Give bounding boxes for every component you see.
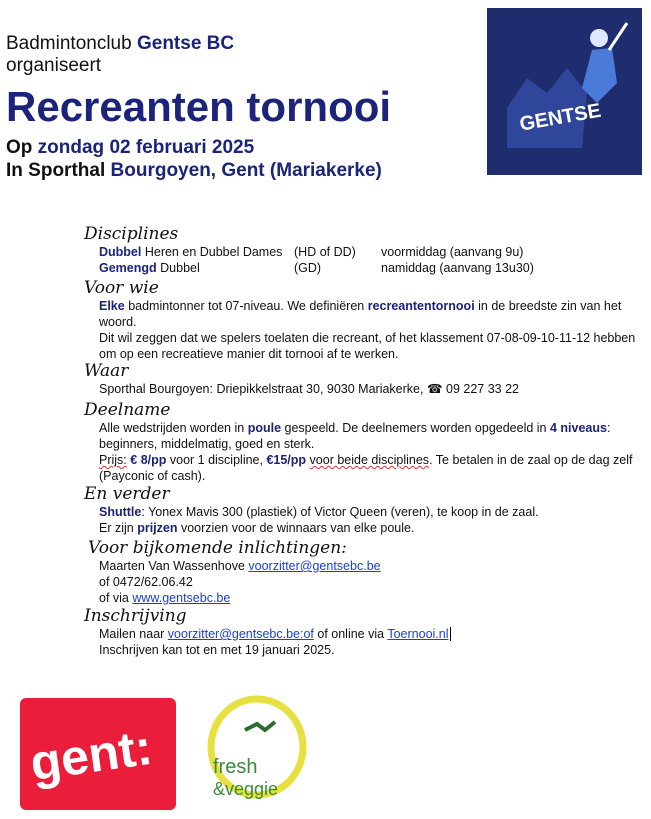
event-info: Op zondag 02 februari 2025 In Sporthal Bo… xyxy=(6,136,382,182)
waar-text: Sporthal Bourgoyen: Driepikkelstraat 30,… xyxy=(99,382,519,396)
discipline-name: Gemengd xyxy=(99,261,157,275)
email-link[interactable]: voorzitter@gentsebc.be xyxy=(248,559,380,573)
voor-wie-text-2: Dit wil zeggen dat we spelers toelaten d… xyxy=(99,331,636,361)
gentse-bc-logo: GENTSE xyxy=(487,8,642,175)
deadline-text: Inschrijven kan tot en met 19 januari 20… xyxy=(99,643,335,657)
heading-info: Voor bijkomende inlichtingen: xyxy=(88,538,347,558)
discipline-time: voormiddag (aanvang 9u) xyxy=(381,245,524,259)
t: Prijs: xyxy=(99,453,127,467)
discipline-row: Gemengd Dubbel (GD) namiddag (aanvang 13u3… xyxy=(99,260,644,276)
heading-deelname: Deelname xyxy=(84,400,171,420)
discipline-code: (HD of DD) xyxy=(294,245,356,259)
toernooi-link[interactable]: Toernooi.nl xyxy=(387,627,448,641)
t: €15/pp xyxy=(266,453,307,467)
t: 4 niveaus xyxy=(549,421,607,435)
page-title: Recreanten tornooi xyxy=(6,83,392,130)
t: € 8/pp xyxy=(130,453,167,467)
prijs-text: Prijs: € 8/pp voor 1 discipline, €15/pp … xyxy=(99,452,644,484)
t: Maarten Van Wassenhove xyxy=(99,559,249,573)
text-cursor xyxy=(449,627,454,641)
email-link[interactable]: voorzitter@gentsebc.be:of xyxy=(168,627,314,641)
info-site: of via www.gentsebc.be xyxy=(99,590,648,606)
discipline-time: namiddag (aanvang 13u30) xyxy=(381,261,534,275)
t: gespeeld. De deelnemers worden opgedeeld… xyxy=(281,421,550,435)
discipline-row: Dubbel Heren en Dubbel Dames (HD of DD) vo… xyxy=(99,244,644,260)
t: Er zijn xyxy=(99,521,138,535)
t: prijzen xyxy=(137,521,178,535)
voor-wie-text: Elke badmintonner tot 07-niveau. We defi… xyxy=(99,298,644,330)
prijzen-text: Er zijn prijzen voorzien voor de winnaar… xyxy=(99,520,644,536)
t: poule xyxy=(247,421,282,435)
t: recreantentornooi xyxy=(367,299,475,313)
section-voor-wie: Voor wie Elke badmintonner tot 07-niveau… xyxy=(84,278,644,362)
club-line: Badmintonclub Gentse BC organiseert xyxy=(6,33,234,77)
date-prefix: Op xyxy=(6,137,33,158)
t: Elke xyxy=(99,299,125,313)
heading-voor-wie: Voor wie xyxy=(84,278,159,298)
info-contact: Maarten Van Wassenhove voorzitter@gentse… xyxy=(99,558,648,574)
gent-logo-text: gent: xyxy=(26,718,156,792)
heading-waar: Waar xyxy=(84,361,129,381)
t: Mailen naar xyxy=(99,627,168,641)
section-disciplines: Disciplines Dubbel Heren en Dubbel Dames… xyxy=(84,224,644,276)
section-inschrijving: Inschrijving Mailen naar voorzitter@gent… xyxy=(84,606,644,658)
discipline-code: (GD) xyxy=(294,261,322,275)
organiseert: organiseert xyxy=(6,55,102,76)
discipline-text: Dubbel xyxy=(160,261,200,275)
shuttle-text: Shuttle: Yonex Mavis 300 (plastiek) of V… xyxy=(99,504,644,520)
fresh-text: fresh xyxy=(213,756,257,778)
heading-inschrijving: Inschrijving xyxy=(84,606,187,626)
event-place: Bourgoyen, Gent (Mariakerke) xyxy=(110,160,382,181)
t: voorzien voor de winnaars van elke poule… xyxy=(177,521,415,535)
gent-logo: gent: xyxy=(20,698,176,810)
t: voor 1 discipline, xyxy=(166,453,267,467)
place-prefix: In Sporthal xyxy=(6,160,106,181)
veggie-text: &veggie xyxy=(213,779,278,799)
t: voor beide disciplines xyxy=(309,453,430,467)
t: of via xyxy=(99,591,133,605)
club-name: Gentse BC xyxy=(136,33,235,54)
website-link[interactable]: www.gentsebc.be xyxy=(132,591,230,605)
t: Shuttle xyxy=(99,505,142,519)
event-date: zondag 02 februari 2025 xyxy=(37,137,255,158)
section-waar: Waar Sporthal Bourgoyen: Driepikkelstraa… xyxy=(84,361,644,397)
t: badmintonner tot 07-niveau. We definiëre… xyxy=(124,299,368,313)
fresh-veggie-logo: fresh &veggie xyxy=(205,695,310,805)
t: of online via xyxy=(313,627,388,641)
discipline-name: Dubbel xyxy=(99,245,142,259)
club-prefix: Badmintonclub xyxy=(6,33,132,54)
discipline-text: Heren en Dubbel Dames xyxy=(144,245,283,259)
t: : Yonex Mavis 300 (plastiek) of Victor Q… xyxy=(141,505,539,519)
info-phone: of 0472/62.06.42 xyxy=(99,575,193,589)
inschrijving-text: Mailen naar voorzitter@gentsebc.be:of of… xyxy=(99,626,644,642)
section-info: Voor bijkomende inlichtingen: Maarten Va… xyxy=(88,538,648,606)
t: Alle wedstrijden worden in xyxy=(99,421,248,435)
deelname-text: Alle wedstrijden worden in poule gespeel… xyxy=(99,420,644,452)
section-deelname: Deelname Alle wedstrijden worden in poul… xyxy=(84,400,644,484)
heading-disciplines: Disciplines xyxy=(84,224,179,244)
heading-en-verder: En verder xyxy=(84,484,170,504)
section-en-verder: En verder Shuttle: Yonex Mavis 300 (plas… xyxy=(84,484,644,536)
